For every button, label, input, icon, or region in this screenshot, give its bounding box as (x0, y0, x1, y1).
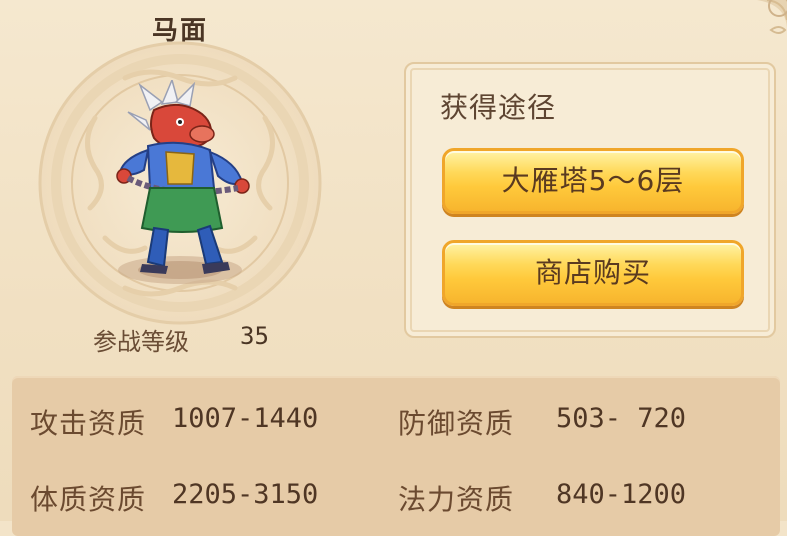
stats-panel: 攻击资质 1007-1440 防御资质 503- 720 体质资质 2205-3… (12, 376, 780, 536)
acquisition-box: 获得途径 大雁塔5～6层 商店购买 (404, 62, 776, 338)
shop-buy-button[interactable]: 商店购买 (442, 240, 744, 306)
battle-level-value: 35 (240, 322, 269, 350)
constitution-aptitude-label: 体质资质 (30, 483, 147, 516)
mana-aptitude-value: 840-1200 (556, 479, 687, 510)
defense-aptitude-value: 503- 720 (556, 403, 687, 434)
defense-aptitude-label: 防御资质 (398, 407, 515, 440)
attack-aptitude-label: 攻击资质 (30, 407, 147, 440)
constitution-aptitude-value: 2205-3150 (172, 479, 319, 510)
dayan-tower-button[interactable]: 大雁塔5～6层 (442, 148, 744, 214)
acquisition-title: 获得途径 (440, 91, 557, 124)
attack-aptitude-value: 1007-1440 (172, 403, 319, 434)
horse-face-pet-sprite (116, 80, 250, 274)
corner-ornament-icon (757, 0, 787, 34)
mana-aptitude-label: 法力资质 (398, 483, 515, 516)
battle-level-label: 参战等级 (93, 328, 189, 356)
